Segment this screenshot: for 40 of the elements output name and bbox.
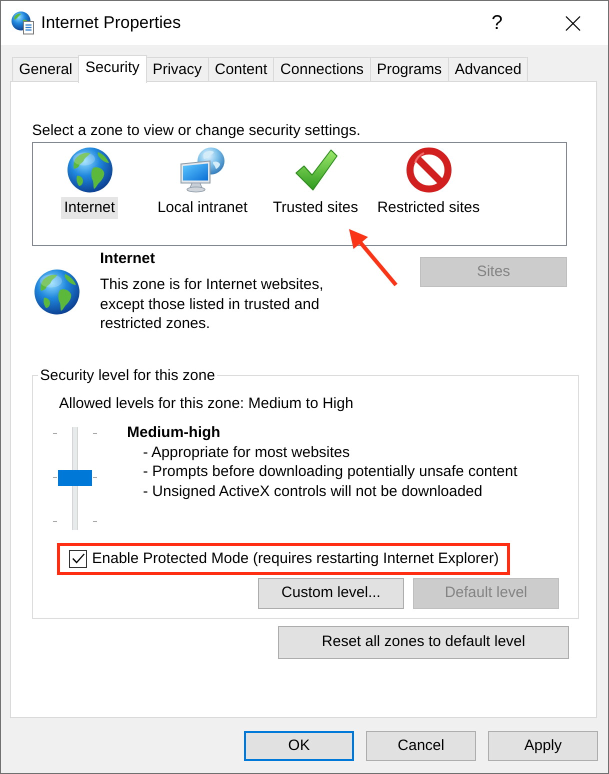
allowed-levels-text: Allowed levels for this zone: Medium to High	[59, 394, 354, 414]
zone-description: This zone is for Internet websites, except those listed in trusted and restricted zones.	[100, 275, 324, 334]
slider-tick	[53, 476, 57, 478]
custom-level-button[interactable]: Custom level...	[258, 578, 404, 608]
prohibited-icon[interactable]	[406, 147, 452, 193]
tab[interactable]: Advanced	[448, 57, 528, 81]
zone-label[interactable]: Restricted sites	[374, 197, 483, 219]
tab[interactable]: Security	[78, 55, 147, 83]
zone-label[interactable]: Trusted sites	[270, 197, 362, 219]
level-detail: - Unsigned ActiveX controls will not be downloaded	[143, 482, 484, 501]
zone-title: Internet	[100, 249, 156, 269]
slider-thumb[interactable]	[58, 470, 92, 486]
zone-label[interactable]: Local intranet	[154, 197, 251, 219]
group-title: Security level for this zone	[39, 366, 216, 386]
slider-tick	[53, 432, 57, 434]
zone-prompt: Select a zone to view or change security settings.	[32, 121, 362, 141]
apply-button[interactable]: Apply	[488, 731, 598, 761]
ok-button[interactable]: OK	[244, 731, 354, 761]
cancel-button[interactable]: Cancel	[366, 731, 476, 761]
level-detail: - Prompts before downloading potentially unsafe content	[143, 462, 518, 482]
reset-zones-button[interactable]: Reset all zones to default level	[278, 626, 569, 658]
monitor-globe-icon[interactable]	[180, 147, 226, 193]
checkbox[interactable]	[69, 550, 87, 568]
slider-tick	[93, 476, 97, 478]
level-name: Medium-high	[127, 422, 220, 442]
globe-icon	[34, 269, 80, 315]
checkbox-label[interactable]: Enable Protected Mode (requires restarting Internet Explorer)	[92, 548, 499, 568]
help-button[interactable]: ?	[474, 1, 520, 45]
checkmark-icon[interactable]	[292, 147, 338, 193]
check-icon	[72, 553, 84, 564]
tab[interactable]: General	[12, 57, 80, 81]
slider-tick	[93, 520, 97, 522]
slider-tick	[93, 432, 97, 434]
slider-tick	[53, 520, 57, 522]
level-detail: - Appropriate for most websites	[143, 442, 351, 462]
zone-label[interactable]: Internet	[61, 197, 118, 219]
globe-icon[interactable]	[66, 147, 112, 193]
globe-page-icon	[11, 11, 35, 35]
window-title: Internet Properties	[41, 13, 181, 33]
close-icon	[565, 16, 581, 30]
